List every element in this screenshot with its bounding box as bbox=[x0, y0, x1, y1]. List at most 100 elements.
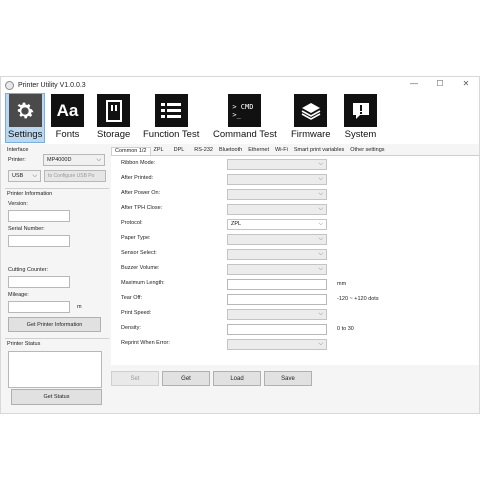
minimize-button[interactable]: — bbox=[407, 79, 421, 88]
after-printed-label: After Printed: bbox=[121, 175, 154, 181]
chevron-down-icon: ⌵ bbox=[318, 191, 323, 197]
close-button[interactable]: ✕ bbox=[459, 79, 473, 88]
density-input[interactable] bbox=[227, 324, 327, 335]
after-power-on-label: After Power On: bbox=[121, 190, 161, 196]
serial-number-field bbox=[8, 235, 70, 247]
reprint-when-error-select[interactable]: ⌵ bbox=[227, 339, 327, 350]
save-button[interactable]: Save bbox=[264, 371, 312, 386]
toolbar-command-test[interactable]: > CMD >_ Command Test bbox=[213, 94, 277, 140]
toolbar-label: System bbox=[344, 129, 377, 140]
title-bar: Printer Utility V1.0.0.3 — ☐ ✕ bbox=[1, 77, 479, 93]
set-button[interactable]: Set bbox=[111, 371, 159, 386]
reprint-when-error-label: Reprint When Error: bbox=[121, 340, 170, 346]
tab-bluetooth[interactable]: Bluetooth bbox=[216, 147, 245, 155]
chevron-down-icon: ⌵ bbox=[318, 221, 323, 227]
tear-off-label: Tear Off: bbox=[121, 295, 142, 301]
paper-type-label: Paper Type: bbox=[121, 235, 151, 241]
settings-tabs: Common 1/2 ZPL DPL RS-232 Bluetooth Ethe… bbox=[111, 147, 388, 155]
serial-number-label: Serial Number: bbox=[8, 226, 45, 232]
maximum-length-unit: mm bbox=[337, 281, 347, 287]
toolbar-label: Fonts bbox=[55, 129, 80, 140]
port-select[interactable]: USB ⌵ bbox=[8, 170, 41, 182]
print-speed-select[interactable]: ⌵ bbox=[227, 309, 327, 320]
after-power-on-select[interactable]: ⌵ bbox=[227, 189, 327, 200]
tab-ethernet[interactable]: Ethernet bbox=[245, 147, 272, 155]
toolbar-label: Storage bbox=[97, 129, 131, 140]
window-title: Printer Utility V1.0.0.3 bbox=[18, 81, 86, 89]
maximize-button[interactable]: ☐ bbox=[433, 79, 447, 88]
get-printer-info-button[interactable]: Get Printer Information bbox=[8, 317, 101, 332]
mileage-unit: m bbox=[77, 304, 82, 310]
buzzer-volume-select[interactable]: ⌵ bbox=[227, 264, 327, 275]
divider bbox=[5, 338, 109, 339]
tab-dpl[interactable]: DPL bbox=[171, 147, 188, 155]
tab-wifi[interactable]: Wi-Fi bbox=[272, 147, 291, 155]
after-tph-close-select[interactable]: ⌵ bbox=[227, 204, 327, 215]
chevron-down-icon: ⌵ bbox=[318, 266, 323, 272]
chevron-down-icon: ⌵ bbox=[318, 176, 323, 182]
get-status-button[interactable]: Get Status bbox=[11, 389, 102, 405]
after-printed-select[interactable]: ⌵ bbox=[227, 174, 327, 185]
toolbar-fonts[interactable]: Aa Fonts bbox=[51, 94, 84, 140]
protocol-select[interactable]: ZPL ⌵ bbox=[227, 219, 327, 230]
paper-type-select[interactable]: ⌵ bbox=[227, 234, 327, 245]
printer-status-group-title: Printer Status bbox=[7, 341, 43, 347]
storage-icon bbox=[97, 94, 131, 127]
sensor-select-dropdown[interactable]: ⌵ bbox=[227, 249, 327, 260]
printer-status-box bbox=[8, 351, 102, 388]
sensor-select-label: Sensor Select: bbox=[121, 250, 157, 256]
cutting-counter-field bbox=[8, 276, 70, 288]
get-button[interactable]: Get bbox=[162, 371, 210, 386]
cutting-counter-label: Cutting Counter: bbox=[8, 267, 49, 273]
chevron-down-icon: ⌵ bbox=[318, 236, 323, 242]
toolbar-function-test[interactable]: Function Test bbox=[143, 94, 199, 140]
tear-off-input[interactable] bbox=[227, 294, 327, 305]
mileage-label: Mileage: bbox=[8, 292, 29, 298]
ribbon-mode-label: Ribbon Mode: bbox=[121, 160, 156, 166]
list-icon bbox=[154, 94, 188, 127]
buzzer-volume-label: Buzzer Volume: bbox=[121, 265, 160, 271]
chevron-down-icon: ⌵ bbox=[32, 173, 37, 179]
mileage-field bbox=[8, 301, 70, 313]
toolbar-label: Command Test bbox=[213, 129, 277, 140]
toolbar-firmware[interactable]: Firmware bbox=[291, 94, 331, 140]
chevron-down-icon: ⌵ bbox=[318, 311, 323, 317]
gear-icon bbox=[8, 94, 42, 127]
chevron-down-icon: ⌵ bbox=[318, 161, 323, 167]
tab-other-settings[interactable]: Other settings bbox=[347, 147, 387, 155]
maximum-length-label: Maximum Length: bbox=[121, 280, 165, 286]
chevron-down-icon: ⌵ bbox=[318, 206, 323, 212]
tab-smart-print-variables[interactable]: Smart print variables bbox=[291, 147, 347, 155]
after-tph-close-label: After TPH Close: bbox=[121, 205, 163, 211]
printer-label: Printer: bbox=[8, 157, 26, 163]
density-range: 0 to 30 bbox=[337, 326, 354, 332]
interface-group-title: Interface bbox=[7, 147, 31, 153]
printer-info-group-title: Printer Information bbox=[7, 191, 55, 197]
tab-common[interactable]: Common 1/2 bbox=[111, 147, 151, 155]
system-alert-icon bbox=[344, 94, 377, 127]
printer-select[interactable]: MP4000D ⌵ bbox=[43, 154, 105, 166]
load-button[interactable]: Load bbox=[213, 371, 261, 386]
app-icon bbox=[5, 80, 14, 90]
chevron-down-icon: ⌵ bbox=[96, 157, 101, 163]
chevron-down-icon: ⌵ bbox=[318, 251, 323, 257]
toolbar-storage[interactable]: Storage bbox=[97, 94, 130, 140]
tear-off-range: -120 ~ +120 dots bbox=[337, 296, 379, 302]
ribbon-mode-select[interactable]: ⌵ bbox=[227, 159, 327, 170]
toolbar-settings[interactable]: Settings bbox=[5, 93, 46, 143]
print-speed-label: Print Speed: bbox=[121, 310, 152, 316]
toolbar-system[interactable]: System bbox=[344, 94, 377, 140]
tab-zpl[interactable]: ZPL bbox=[151, 147, 167, 155]
chevron-down-icon: ⌵ bbox=[318, 341, 323, 347]
toolbar-label: Function Test bbox=[143, 129, 200, 140]
command-prompt-icon: > CMD >_ bbox=[228, 94, 262, 127]
chip-icon bbox=[294, 94, 328, 127]
tab-rs232[interactable]: RS-232 bbox=[191, 147, 216, 155]
toolbar-label: Firmware bbox=[291, 129, 331, 140]
divider bbox=[5, 188, 109, 189]
left-panel: Interface Printer: MP4000D ⌵ USB ⌵ to Conf… bbox=[5, 147, 109, 411]
toolbar-label: Settings bbox=[8, 129, 43, 140]
common-settings-panel: Ribbon Mode: ⌵ After Printed: ⌵ After Po… bbox=[111, 155, 479, 365]
configure-usb-field: to Configure USB Po bbox=[44, 170, 106, 182]
maximum-length-input[interactable] bbox=[227, 279, 327, 290]
